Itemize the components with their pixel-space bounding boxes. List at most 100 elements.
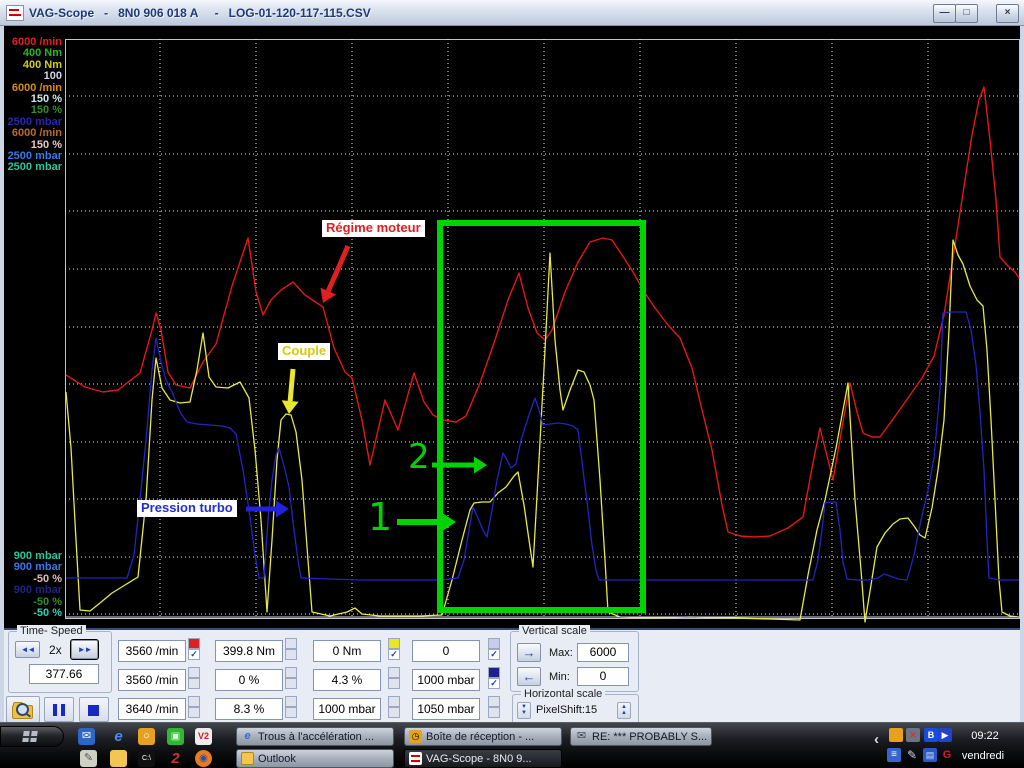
time-speed-label: Time- Speed	[17, 625, 86, 637]
command-prompt-icon[interactable]: C:\	[138, 750, 155, 767]
titlebar: VAG-Scope - 8N0 906 018 A - LOG-01-120-1…	[0, 0, 1024, 26]
minimize-button[interactable]: —	[933, 4, 956, 23]
windows-flag-icon	[22, 731, 38, 742]
rosstech-icon	[409, 752, 422, 765]
channel-color-swatch	[488, 638, 500, 649]
channel-color-swatch	[388, 696, 400, 707]
stop-icon	[88, 705, 99, 716]
forward-button[interactable]: ►►	[71, 640, 98, 659]
channel-visible-checkbox[interactable]	[285, 678, 297, 689]
channel-visible-checkbox[interactable]: ✓	[488, 678, 500, 689]
readout-g2-rpm: 3560 /min	[118, 669, 186, 691]
display-settings-icon[interactable]: ▣	[167, 728, 184, 745]
internet-explorer-icon[interactable]: e	[110, 728, 127, 745]
channel-visible-checkbox[interactable]: ✓	[388, 649, 400, 660]
readout-g3-rpm: 3640 /min	[118, 698, 186, 720]
channel-color-swatch	[388, 667, 400, 678]
taskbar-button-boite-reception[interactable]: ◷ Boîte de réception - ...	[404, 727, 562, 746]
pixelshift-decrease-button[interactable]: ▼ ▼	[517, 702, 531, 719]
max-value-field[interactable]: 6000	[577, 643, 629, 662]
scale-left-arrow-button[interactable]: ←	[517, 667, 541, 686]
clock-app-icon: ◷	[409, 730, 422, 743]
virtualdub-icon[interactable]: V2	[195, 728, 212, 745]
folder-icon	[241, 752, 254, 765]
readout-g1-rpm: 3560 /min	[118, 640, 186, 662]
max-label: Max:	[549, 647, 573, 659]
taskbar-button-vag-scope[interactable]: VAG-Scope - 8N0 9...	[404, 749, 562, 768]
horizontal-scale-label: Horizontal scale	[521, 688, 605, 700]
maximize-button[interactable]: □	[955, 4, 978, 23]
readout-pct-2: 8.3 %	[215, 698, 283, 720]
tray-clock-icon[interactable]	[889, 728, 903, 742]
vcds-clock-icon[interactable]: ○	[138, 728, 155, 745]
rosstech-logo-icon	[6, 5, 24, 21]
mail-icon: ✉	[575, 730, 588, 743]
pixelshift-value: PixelShift:15	[536, 704, 597, 716]
tray-notebook-icon[interactable]: ▤	[923, 748, 937, 762]
readout-torque-2: 0 Nm	[313, 640, 381, 662]
channel-visible-checkbox[interactable]: ✓	[488, 649, 500, 660]
taskbar-button-trous[interactable]: e Trous à l'accélération ...	[236, 727, 394, 746]
readout-misc: 0	[412, 640, 480, 662]
tray-pen-icon[interactable]: ✎	[905, 748, 919, 762]
clock-day: vendredi	[948, 750, 1018, 762]
close-button[interactable]: ×	[996, 4, 1019, 23]
horizontal-scale-group: Horizontal scale ▼ ▼ PixelShift:15 ▲ ▲	[512, 694, 639, 725]
stop-button[interactable]	[79, 697, 109, 722]
channel-color-swatch	[285, 638, 297, 649]
min-label: Min:	[549, 671, 570, 683]
vertical-scale-group: Vertical scale → ← Max: Min: 6000 0	[510, 631, 639, 692]
channel-color-swatch	[285, 667, 297, 678]
tray-layers-icon[interactable]: ≡	[887, 748, 901, 762]
tray-bluetooth-icon[interactable]: B	[924, 728, 938, 742]
pause-icon	[53, 704, 65, 716]
pixelshift-increase-button[interactable]: ▲ ▲	[617, 702, 631, 719]
taskbar-button-outlook[interactable]: Outlook	[236, 749, 394, 768]
channel-visible-checkbox[interactable]	[388, 678, 400, 689]
control-panel: Time- Speed ◄◄ 2x ►► 377.66 3560 /min 35…	[4, 628, 1020, 722]
channel-visible-checkbox[interactable]	[488, 707, 500, 718]
channel-axis-label: 900 mbar	[4, 585, 62, 596]
left-axis-max-labels: 6000 /min400 Nm400 Nm1006000 /min150 %15…	[4, 37, 62, 174]
channel-visible-checkbox[interactable]	[285, 649, 297, 660]
channel-color-swatch	[388, 638, 400, 649]
channel-axis-label: -50 %	[4, 608, 62, 619]
readout-torque: 399.8 Nm	[215, 640, 283, 662]
left-axis-min-labels: 900 mbar900 mbar-50 %900 mbar-50 %-50 %	[4, 551, 62, 619]
channel-axis-label: 6000 /min	[4, 128, 62, 139]
channel-color-swatch	[188, 638, 200, 649]
readout-mbar-3: 1050 mbar	[412, 698, 480, 720]
channel-color-swatch	[188, 696, 200, 707]
channel-color-swatch	[188, 667, 200, 678]
scale-right-arrow-button[interactable]: →	[517, 643, 541, 662]
channel-axis-label: 2500 mbar	[4, 162, 62, 173]
time-position-field[interactable]: 377.66	[29, 664, 99, 684]
tray-network-error-icon[interactable]: ✕	[906, 728, 920, 742]
acrobat2-icon[interactable]: 2	[167, 750, 184, 767]
tray-media-player-icon[interactable]: ▶	[938, 728, 952, 742]
readout-mbar-1: 1000 mbar	[313, 698, 381, 720]
channel-color-swatch	[488, 667, 500, 678]
rewind-button[interactable]: ◄◄	[15, 641, 40, 658]
channel-visible-checkbox[interactable]	[285, 707, 297, 718]
channel-visible-checkbox[interactable]	[388, 707, 400, 718]
pause-button[interactable]	[44, 697, 74, 722]
readout-pct-1: 0 %	[215, 669, 283, 691]
channel-visible-checkbox[interactable]: ✓	[188, 649, 200, 660]
channel-color-swatch	[285, 696, 297, 707]
readout-pct-3: 4.3 %	[313, 669, 381, 691]
channel-visible-checkbox[interactable]	[188, 678, 200, 689]
firefox-icon[interactable]: ◉	[195, 750, 212, 767]
channel-visible-checkbox[interactable]	[188, 707, 200, 718]
folder-icon[interactable]	[110, 750, 127, 767]
open-log-button[interactable]	[6, 696, 40, 723]
folder-search-icon	[12, 705, 33, 719]
vertical-scale-label: Vertical scale	[519, 625, 590, 637]
tray-expand-chevron[interactable]: ‹	[874, 731, 879, 748]
window-title: VAG-Scope - 8N0 906 018 A - LOG-01-120-1…	[29, 6, 371, 20]
min-value-field[interactable]: 0	[577, 667, 629, 686]
start-button[interactable]	[0, 726, 64, 747]
taskbar-button-re-mail[interactable]: ✉ RE: *** PROBABLY S...	[570, 727, 712, 746]
notes-icon[interactable]: ✎	[80, 750, 97, 767]
outlook-express-icon[interactable]: ✉	[78, 728, 95, 745]
